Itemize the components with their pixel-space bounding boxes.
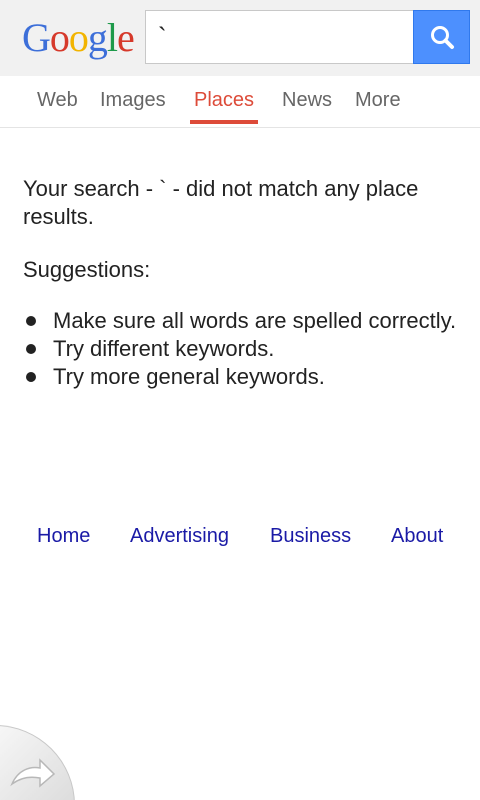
share-arrow-icon: [10, 758, 56, 788]
footer-links: Home Advertising Business About: [0, 522, 480, 552]
suggestions-heading: Suggestions:: [23, 257, 151, 282]
logo-letter: g: [87, 15, 108, 60]
tab-more[interactable]: More: [355, 88, 401, 116]
footer-link-advertising[interactable]: Advertising: [130, 522, 229, 550]
active-tab-indicator: [190, 120, 258, 124]
footer-link-business[interactable]: Business: [270, 522, 351, 550]
list-item: Try more general keywords.: [23, 363, 468, 391]
bullet-icon: [26, 344, 36, 354]
corner-share-button[interactable]: [0, 725, 75, 800]
tab-web[interactable]: Web: [37, 88, 78, 116]
tab-images[interactable]: Images: [100, 88, 166, 116]
logo-letter: o: [68, 15, 89, 60]
search-tabs: Web Images Places News More: [0, 76, 480, 128]
header-bar: Google: [0, 0, 480, 76]
footer-link-about[interactable]: About: [391, 522, 443, 550]
search-icon: [431, 26, 454, 49]
logo-letter: G: [22, 15, 51, 60]
suggestion-text: Try more general keywords.: [53, 364, 325, 389]
bullet-icon: [26, 372, 36, 382]
google-logo[interactable]: Google: [22, 15, 135, 61]
suggestion-text: Make sure all words are spelled correctl…: [53, 308, 457, 333]
search-box: [145, 10, 415, 64]
logo-letter: o: [49, 15, 70, 60]
suggestions-list: Make sure all words are spelled correctl…: [23, 307, 468, 391]
no-results-panel: Your search - ` - did not match any plac…: [23, 175, 468, 391]
suggestion-text: Try different keywords.: [53, 336, 275, 361]
no-results-message: Your search - ` - did not match any plac…: [23, 176, 419, 229]
search-button[interactable]: [413, 10, 470, 64]
bullet-icon: [26, 316, 36, 326]
list-item: Try different keywords.: [23, 335, 468, 363]
logo-letter: l: [106, 15, 118, 60]
logo-letter: e: [117, 15, 135, 60]
list-item: Make sure all words are spelled correctl…: [23, 307, 468, 335]
tab-places[interactable]: Places: [194, 88, 254, 116]
footer-link-home[interactable]: Home: [37, 522, 90, 550]
tab-news[interactable]: News: [282, 88, 332, 116]
search-input[interactable]: [158, 19, 408, 55]
